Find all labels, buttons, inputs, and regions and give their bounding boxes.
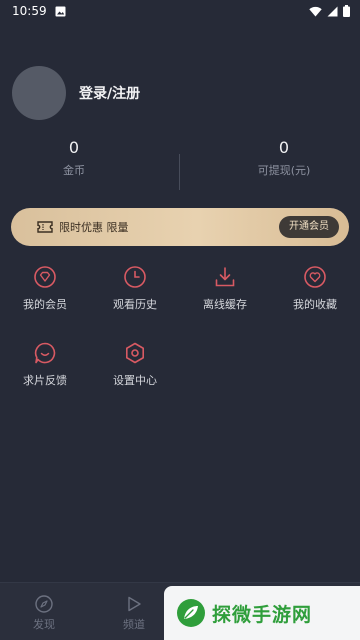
menu-item-watch-history[interactable]: 观看历史 [90,266,180,312]
withdrawable-label: 可提现(元) [257,164,311,177]
nav-tab-discover[interactable]: 发现 [14,595,74,632]
status-time: 10:59 [12,4,47,18]
download-icon [215,267,235,287]
vip-promo-text: 限时优惠 限量 [59,221,129,234]
withdrawable-stat[interactable]: 0 可提现(元) [214,138,354,178]
coins-value: 0 [68,138,80,157]
profile-header[interactable]: 登录/注册 [12,66,140,120]
diamond-icon [34,266,56,288]
status-bar: 10:59 [0,0,360,22]
menu-item-my-membership[interactable]: 我的会员 [0,266,90,312]
wifi-icon [309,6,322,16]
site-watermark: 探微手游网 [164,586,360,640]
open-vip-button[interactable]: 开通会员 [279,216,339,238]
menu-item-label: 求片反馈 [23,374,67,387]
stats-panel: 0 金币 0 可提现(元) [0,138,360,192]
nav-tab-label: 发现 [33,618,55,631]
coins-label: 金币 [63,164,85,177]
image-notification-icon [55,6,66,16]
nav-tab-channel[interactable]: 频道 [104,595,164,632]
stats-divider [179,154,180,190]
leaf-logo-icon [177,599,205,627]
menu-item-request-feedback[interactable]: 求片反馈 [0,342,90,388]
menu-item-label: 离线缓存 [203,298,247,311]
login-register-link[interactable]: 登录/注册 [79,83,140,103]
signal-icon [327,6,338,16]
menu-item-label: 设置中心 [113,374,157,387]
menu-item-my-favorites[interactable]: 我的收藏 [270,266,360,312]
vip-promo-banner[interactable]: 限时优惠 限量 开通会员 [11,208,349,246]
compass-icon [35,595,53,613]
nav-tab-label: 频道 [123,618,145,631]
withdrawable-value: 0 [278,138,290,157]
ticket-icon [37,221,53,233]
settings-icon [126,342,144,364]
play-icon [128,596,141,612]
avatar[interactable] [12,66,66,120]
menu-item-label: 我的收藏 [293,298,337,311]
menu-item-label: 观看历史 [113,298,157,311]
menu-item-offline-cache[interactable]: 离线缓存 [180,266,270,312]
coins-stat[interactable]: 0 金币 [4,138,144,178]
chat-icon [34,342,56,364]
menu-item-settings[interactable]: 设置中心 [90,342,180,388]
heart-icon [304,266,326,288]
clock-icon [124,266,146,288]
battery-icon [343,5,350,17]
menu-item-label: 我的会员 [23,298,67,311]
watermark-text: 探微手游网 [212,603,313,626]
